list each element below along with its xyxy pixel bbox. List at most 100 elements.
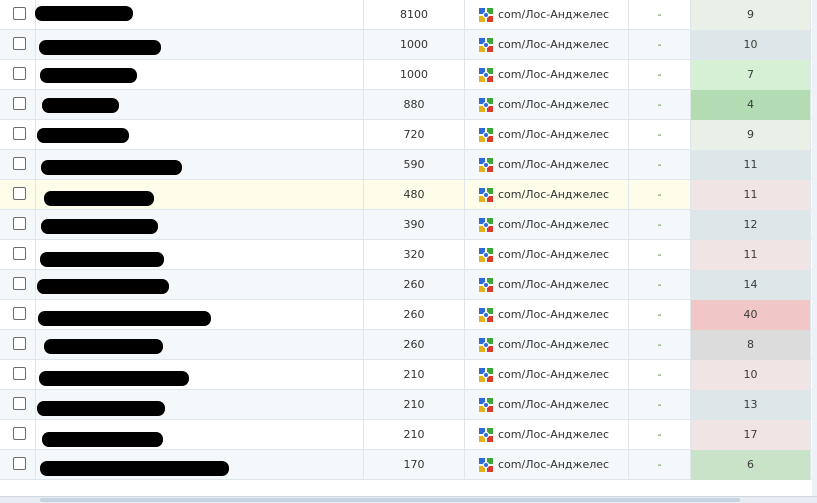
keyword-results-table: 8100 com/Лос-Анджелес - 9 1000 com/Лос-А… bbox=[0, 0, 812, 480]
vertical-scrollbar[interactable] bbox=[812, 0, 817, 496]
row-checkbox[interactable] bbox=[13, 427, 26, 440]
keyword-cell bbox=[36, 240, 364, 270]
google-icon bbox=[479, 338, 493, 352]
redacted-keyword bbox=[41, 219, 158, 234]
scrollbar-thumb[interactable] bbox=[40, 498, 740, 502]
row-checkbox[interactable] bbox=[13, 187, 26, 200]
google-icon bbox=[479, 98, 493, 112]
region-label: com/Лос-Анджелес bbox=[498, 128, 610, 141]
region-cell: com/Лос-Анджелес bbox=[465, 330, 629, 360]
position-value: 11 bbox=[691, 150, 811, 180]
table-row: 590 com/Лос-Анджелес - 11 bbox=[0, 150, 812, 180]
position-change: - bbox=[629, 240, 691, 270]
search-volume: 260 bbox=[364, 270, 465, 300]
row-checkbox[interactable] bbox=[13, 247, 26, 260]
table-row: 260 com/Лос-Анджелес - 8 bbox=[0, 330, 812, 360]
keyword-cell bbox=[36, 300, 364, 330]
checkbox-cell bbox=[0, 450, 36, 480]
region-label: com/Лос-Анджелес bbox=[498, 278, 610, 291]
region-label: com/Лос-Анджелес bbox=[498, 8, 610, 21]
row-checkbox[interactable] bbox=[13, 127, 26, 140]
search-volume: 1000 bbox=[364, 30, 465, 60]
region-label: com/Лос-Анджелес bbox=[498, 218, 610, 231]
checkbox-cell bbox=[0, 240, 36, 270]
position-value: 4 bbox=[691, 90, 811, 120]
table-row: 170 com/Лос-Анджелес - 6 bbox=[0, 450, 812, 480]
search-volume: 8100 bbox=[364, 0, 465, 30]
region-cell: com/Лос-Анджелес bbox=[465, 150, 629, 180]
row-checkbox[interactable] bbox=[13, 217, 26, 230]
keyword-cell bbox=[36, 270, 364, 300]
search-volume: 1000 bbox=[364, 60, 465, 90]
region-cell: com/Лос-Анджелес bbox=[465, 0, 629, 30]
google-icon bbox=[479, 308, 493, 322]
google-icon bbox=[479, 128, 493, 142]
region-label: com/Лос-Анджелес bbox=[498, 338, 610, 351]
row-checkbox[interactable] bbox=[13, 7, 26, 20]
checkbox-cell bbox=[0, 150, 36, 180]
position-change: - bbox=[629, 330, 691, 360]
position-change: - bbox=[629, 30, 691, 60]
google-icon bbox=[479, 458, 493, 472]
checkbox-cell bbox=[0, 210, 36, 240]
redacted-keyword bbox=[40, 68, 137, 83]
position-value: 11 bbox=[691, 240, 811, 270]
checkbox-cell bbox=[0, 360, 36, 390]
keyword-cell bbox=[36, 390, 364, 420]
position-change: - bbox=[629, 150, 691, 180]
search-volume: 590 bbox=[364, 150, 465, 180]
position-change: - bbox=[629, 270, 691, 300]
search-volume: 390 bbox=[364, 210, 465, 240]
redacted-keyword bbox=[40, 461, 229, 476]
redacted-keyword bbox=[37, 128, 129, 143]
position-value: 40 bbox=[691, 300, 811, 330]
google-icon bbox=[479, 398, 493, 412]
row-checkbox[interactable] bbox=[13, 337, 26, 350]
google-icon bbox=[479, 218, 493, 232]
redacted-keyword bbox=[38, 311, 211, 326]
region-label: com/Лос-Анджелес bbox=[498, 458, 610, 471]
google-icon bbox=[479, 248, 493, 262]
checkbox-cell bbox=[0, 390, 36, 420]
redacted-keyword bbox=[37, 401, 165, 416]
google-icon bbox=[479, 68, 493, 82]
region-label: com/Лос-Анджелес bbox=[498, 368, 610, 381]
position-value: 9 bbox=[691, 120, 811, 150]
table-row: 1000 com/Лос-Анджелес - 7 bbox=[0, 60, 812, 90]
keyword-cell bbox=[36, 360, 364, 390]
position-value: 9 bbox=[691, 0, 811, 30]
position-value: 17 bbox=[691, 420, 811, 450]
google-icon bbox=[479, 8, 493, 22]
search-volume: 260 bbox=[364, 300, 465, 330]
row-checkbox[interactable] bbox=[13, 37, 26, 50]
row-checkbox[interactable] bbox=[13, 67, 26, 80]
keyword-cell bbox=[36, 330, 364, 360]
row-checkbox[interactable] bbox=[13, 457, 26, 470]
region-label: com/Лос-Анджелес bbox=[498, 398, 610, 411]
position-value: 11 bbox=[691, 180, 811, 210]
position-change: - bbox=[629, 360, 691, 390]
search-volume: 210 bbox=[364, 420, 465, 450]
position-change: - bbox=[629, 450, 691, 480]
table-row: 480 com/Лос-Анджелес - 11 bbox=[0, 180, 812, 210]
row-checkbox[interactable] bbox=[13, 277, 26, 290]
google-icon bbox=[479, 188, 493, 202]
row-checkbox[interactable] bbox=[13, 157, 26, 170]
position-value: 10 bbox=[691, 360, 811, 390]
redacted-keyword bbox=[44, 191, 154, 206]
region-label: com/Лос-Анджелес bbox=[498, 38, 610, 51]
search-volume: 480 bbox=[364, 180, 465, 210]
redacted-keyword bbox=[39, 371, 189, 386]
row-checkbox[interactable] bbox=[13, 397, 26, 410]
row-checkbox[interactable] bbox=[13, 367, 26, 380]
keyword-cell bbox=[36, 30, 364, 60]
redacted-keyword bbox=[40, 252, 164, 267]
redacted-keyword bbox=[39, 40, 161, 55]
row-checkbox[interactable] bbox=[13, 307, 26, 320]
table-row: 260 com/Лос-Анджелес - 40 bbox=[0, 300, 812, 330]
region-cell: com/Лос-Анджелес bbox=[465, 420, 629, 450]
table-row: 8100 com/Лос-Анджелес - 9 bbox=[0, 0, 812, 30]
region-label: com/Лос-Анджелес bbox=[498, 248, 610, 261]
search-volume: 880 bbox=[364, 90, 465, 120]
row-checkbox[interactable] bbox=[13, 97, 26, 110]
